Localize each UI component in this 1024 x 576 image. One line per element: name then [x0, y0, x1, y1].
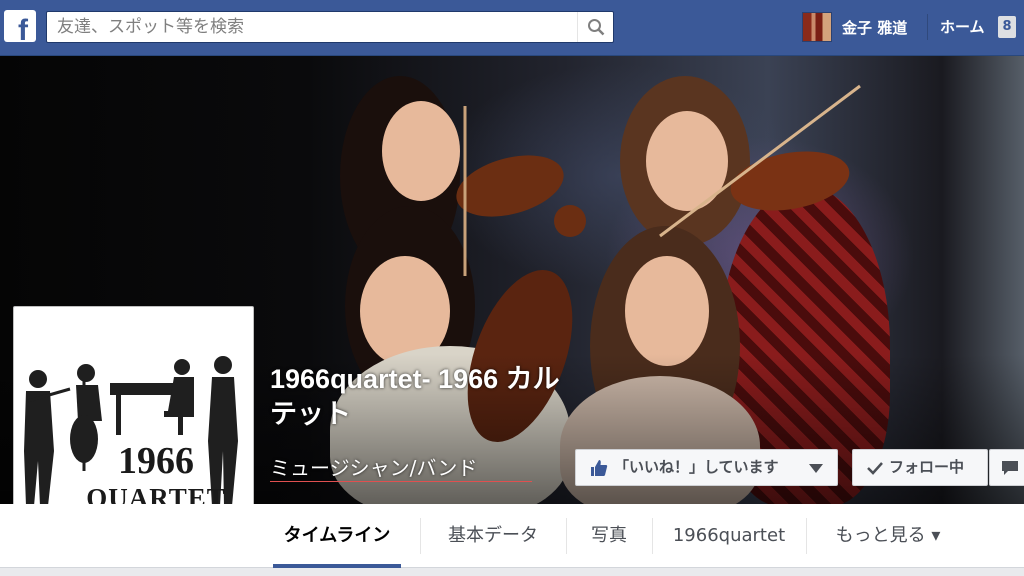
user-name[interactable]: 金子 雅道 [842, 17, 907, 38]
search-icon [588, 19, 605, 36]
page-tabs: タイムライン 基本データ 写真 1966quartet もっと見る ▾ [0, 504, 1024, 568]
following-label: フォロー中 [889, 458, 965, 476]
tab-separator [652, 518, 653, 554]
notification-badge[interactable]: 8 [998, 16, 1016, 38]
facebook-logo-glyph: f [18, 14, 28, 42]
search-bar [46, 11, 614, 43]
search-button[interactable] [577, 12, 613, 42]
user-avatar[interactable] [802, 12, 832, 42]
liked-button[interactable]: 「いいね！」しています [575, 449, 838, 486]
message-icon [1002, 461, 1018, 475]
message-button[interactable] [989, 449, 1024, 486]
tab-about[interactable]: 基本データ [432, 504, 554, 567]
facebook-logo-icon[interactable]: f [4, 10, 36, 42]
tab-timeline[interactable]: タイムライン [273, 504, 401, 567]
liked-label: 「いいね！」しています [614, 458, 779, 476]
home-link[interactable]: ホーム [940, 16, 985, 37]
tab-more[interactable]: もっと見る ▾ [818, 504, 958, 567]
tab-separator [420, 518, 421, 554]
tab-photos[interactable]: 写真 [575, 504, 643, 567]
category-underline [270, 481, 532, 482]
profile-logo-year: 1966 [118, 440, 194, 482]
tab-separator [806, 518, 807, 554]
thumbs-up-icon [591, 460, 608, 476]
active-tab-indicator [273, 564, 401, 568]
page-category[interactable]: ミュージシャン/バンド [270, 452, 477, 481]
search-input[interactable] [47, 12, 577, 42]
top-navigation-bar: f 金子 雅道 ホーム 8 [0, 0, 1024, 56]
tab-separator [566, 518, 567, 554]
nav-divider [927, 14, 928, 40]
check-icon [867, 462, 883, 475]
chevron-down-icon [809, 464, 823, 473]
tab-1966quartet[interactable]: 1966quartet [664, 504, 794, 567]
page-title[interactable]: 1966quartet- 1966 カルテット [270, 362, 570, 432]
following-button[interactable]: フォロー中 [852, 449, 988, 486]
